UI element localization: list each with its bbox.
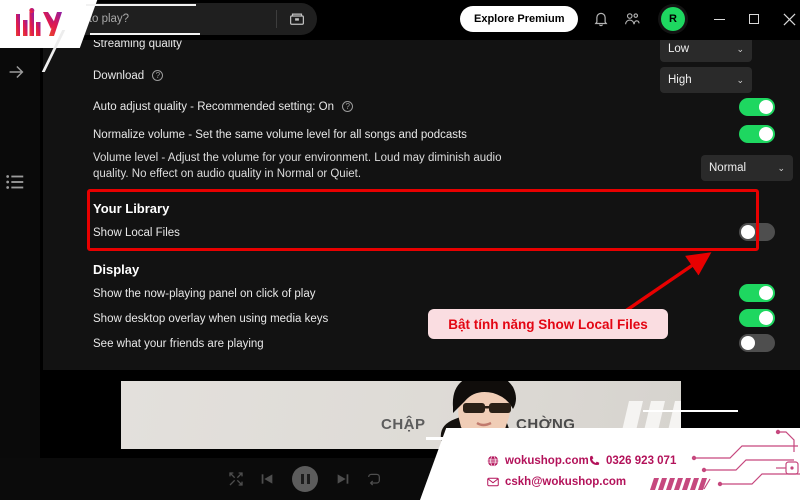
- toggle-friends-activity[interactable]: [739, 334, 775, 352]
- help-icon[interactable]: ?: [342, 101, 354, 112]
- dropdown-value: Normal: [709, 162, 747, 174]
- toggle-knob: [759, 127, 773, 141]
- search-input[interactable]: nt to play?: [62, 3, 317, 35]
- setting-label: Auto adjust quality - Recommended settin…: [93, 101, 334, 113]
- chevron-down-icon: ⌄: [777, 162, 785, 173]
- settings-panel: Streaming quality Low ⌄ Download ? High …: [43, 40, 800, 370]
- maximize-button[interactable]: [745, 10, 763, 28]
- spotify-settings-window: Streaming quality Low ⌄ Download ? High …: [0, 0, 800, 500]
- watermark-strip-top: [86, 4, 196, 6]
- section-heading-text: Display: [93, 262, 140, 277]
- annotation-text: Bật tính năng Show Local Files: [448, 316, 648, 332]
- pause-bar: [306, 474, 310, 484]
- arrow-right-icon[interactable]: [5, 61, 27, 83]
- section-heading-text: Your Library: [93, 201, 170, 216]
- maximize-icon: [749, 14, 759, 24]
- minimize-button[interactable]: [710, 10, 728, 28]
- dropdown-value: High: [668, 74, 692, 86]
- friends-activity-icon[interactable]: [623, 10, 641, 28]
- toggle-show-local-files[interactable]: [739, 223, 775, 241]
- setting-label: Show desktop overlay when using media ke…: [93, 313, 329, 325]
- toggle-knob: [759, 311, 773, 325]
- close-button[interactable]: [780, 10, 798, 28]
- browse-icon[interactable]: [288, 10, 306, 28]
- setting-row-streaming-quality: Streaming quality: [93, 40, 182, 50]
- repeat-icon[interactable]: [366, 471, 382, 487]
- skip-previous-icon[interactable]: [259, 471, 275, 487]
- toggle-knob: [741, 225, 755, 239]
- globe-icon: [487, 455, 499, 467]
- dropdown-value: Low: [668, 43, 690, 55]
- close-icon: [783, 13, 795, 25]
- list-view-icon[interactable]: [4, 171, 26, 193]
- setting-label: Normalize volume - Set the same volume l…: [93, 129, 467, 141]
- mail-icon: [487, 476, 499, 488]
- search-divider: [276, 10, 277, 28]
- setting-label: Show the now-playing panel on click of p…: [93, 288, 316, 300]
- setting-row-show-local-files: Show Local Files: [93, 227, 180, 239]
- chevron-down-icon: ⌄: [736, 74, 744, 85]
- watermark-circuit-decor: [691, 429, 800, 487]
- toggle-desktop-overlay[interactable]: [739, 309, 775, 327]
- phone-icon: [588, 455, 600, 467]
- toggle-knob: [741, 336, 755, 350]
- section-heading-your-library: Your Library: [93, 201, 169, 216]
- watermark-phone: 0326 923 071: [588, 455, 676, 467]
- toggle-normalize-volume[interactable]: [739, 125, 775, 143]
- setting-row-now-playing-panel: Show the now-playing panel on click of p…: [93, 288, 315, 300]
- toggle-auto-adjust-quality[interactable]: [739, 98, 775, 116]
- pause-bar: [300, 474, 304, 484]
- setting-label: Streaming quality: [93, 40, 182, 50]
- toggle-knob: [759, 100, 773, 114]
- watermark-email-text: cskh@wokushop.com: [505, 476, 627, 488]
- toggle-knob: [759, 286, 773, 300]
- pause-icon[interactable]: [292, 466, 318, 492]
- setting-row-friends-activity: See what your friends are playing: [93, 338, 264, 350]
- setting-label: Download: [93, 70, 145, 82]
- left-sidebar-rail: [0, 40, 40, 460]
- help-icon[interactable]: ?: [152, 70, 164, 81]
- setting-row-volume-level: Volume level - Adjust the volume for you…: [93, 151, 513, 182]
- chevron-down-icon: ⌄: [736, 43, 744, 54]
- minimize-icon: [713, 18, 725, 20]
- dropdown-streaming-quality[interactable]: Low ⌄: [660, 40, 752, 62]
- shuffle-icon[interactable]: [228, 471, 244, 487]
- avatar[interactable]: R: [658, 4, 688, 34]
- banner-title-part1: CHẬP: [381, 416, 426, 433]
- avatar-initial: R: [661, 7, 685, 31]
- explore-premium-label: Explore Premium: [474, 13, 565, 25]
- banner-right-line: [643, 410, 738, 412]
- setting-label: Volume level - Adjust the volume for you…: [93, 152, 502, 180]
- watermark-email: cskh@wokushop.com: [487, 476, 626, 488]
- setting-label: See what your friends are playing: [93, 338, 264, 350]
- watermark-website: wokushop.com: [487, 455, 589, 467]
- watermark-strip-top2: [90, 33, 200, 35]
- setting-row-auto-adjust-quality: Auto adjust quality - Recommended settin…: [93, 101, 354, 113]
- section-heading-display: Display: [93, 262, 139, 277]
- annotation-callout: Bật tính năng Show Local Files: [428, 309, 668, 339]
- dropdown-download-quality[interactable]: High ⌄: [660, 67, 752, 93]
- dropdown-volume-level[interactable]: Normal ⌄: [701, 155, 793, 181]
- skip-next-icon[interactable]: [335, 471, 351, 487]
- setting-label: Show Local Files: [93, 227, 180, 239]
- toggle-now-playing-panel[interactable]: [739, 284, 775, 302]
- notifications-bell-icon[interactable]: [592, 10, 610, 28]
- setting-row-download: Download ?: [93, 70, 164, 82]
- watermark-phone-text: 0326 923 071: [606, 455, 677, 467]
- setting-row-desktop-overlay: Show desktop overlay when using media ke…: [93, 313, 328, 325]
- setting-row-normalize-volume: Normalize volume - Set the same volume l…: [93, 129, 467, 141]
- watermark-website-text: wokushop.com: [505, 455, 589, 467]
- explore-premium-button[interactable]: Explore Premium: [460, 6, 579, 32]
